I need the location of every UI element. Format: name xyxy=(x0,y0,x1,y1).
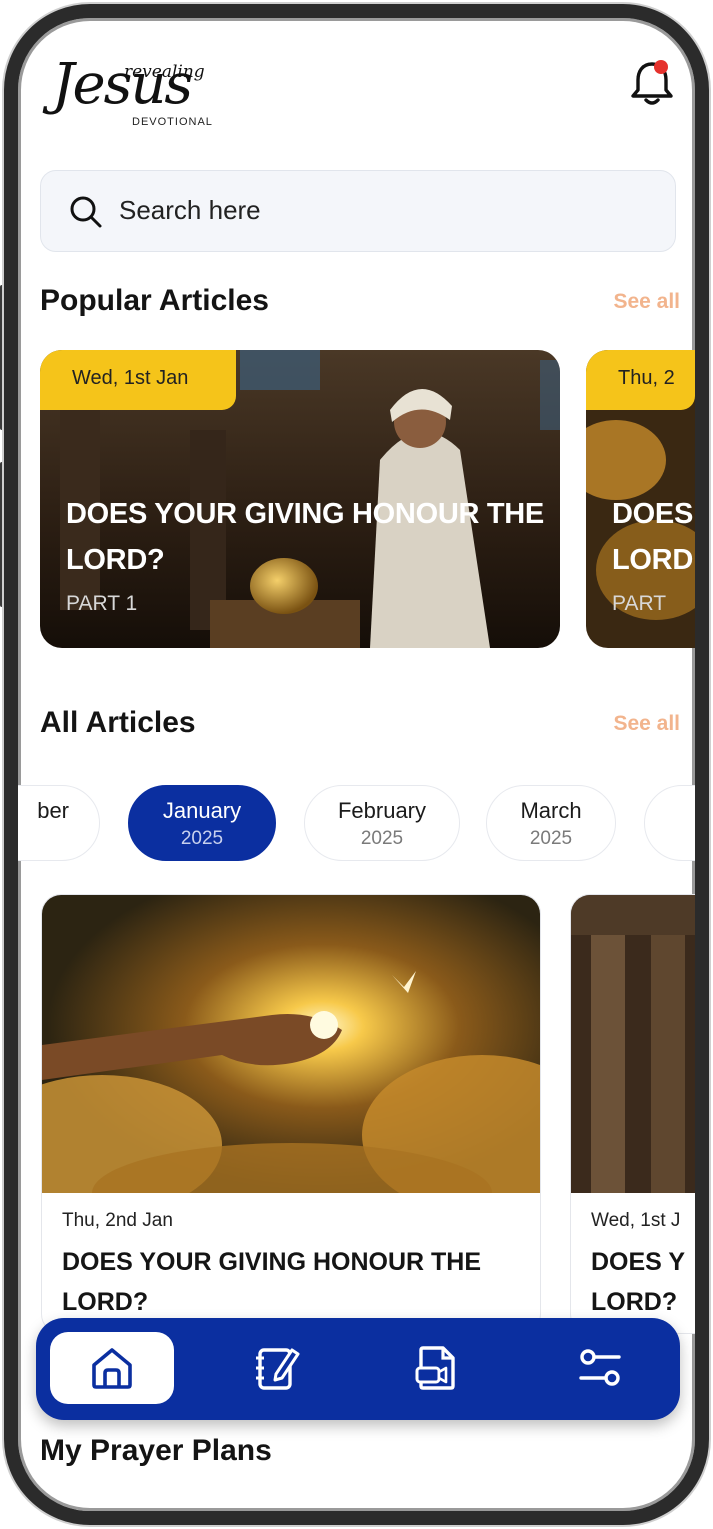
notification-badge xyxy=(654,60,668,74)
month-chip[interactable] xyxy=(644,785,695,861)
logo-main-text: Jesus xyxy=(52,52,193,117)
month-chip-february[interactable]: February 2025 xyxy=(304,785,460,861)
month-chip[interactable]: ber xyxy=(18,785,100,861)
app-screen: revealing Jesus DEVOTIONAL Search here P… xyxy=(18,18,695,1511)
article-image xyxy=(571,895,695,1193)
article-date: Thu, 2nd Jan xyxy=(62,1210,173,1231)
article-part-label: PART xyxy=(612,592,667,615)
article-title-line-2: LORD xyxy=(612,544,693,576)
notification-button[interactable] xyxy=(630,58,674,108)
nav-settings-tab[interactable] xyxy=(538,1332,662,1404)
article-title-line-1: DOES YOUR GIVING HONOUR THE xyxy=(62,1248,482,1276)
popular-articles-title: Popular Articles xyxy=(40,284,269,317)
month-chip-march[interactable]: March 2025 xyxy=(486,785,616,861)
popular-article-card[interactable]: Thu, 2 DOES LORD PART xyxy=(586,350,695,648)
bottom-navigation xyxy=(36,1318,680,1420)
article-card[interactable]: Wed, 1st J DOES Y LORD? xyxy=(570,894,695,1334)
article-image xyxy=(42,895,540,1193)
month-label: ber xyxy=(37,798,69,823)
logo-bottom-text: DEVOTIONAL xyxy=(132,116,213,128)
popular-see-all-link[interactable]: See all xyxy=(613,290,680,314)
article-title-line-1: DOES xyxy=(612,498,693,530)
month-label: March xyxy=(520,798,582,823)
prayer-plans-title: My Prayer Plans xyxy=(40,1434,272,1467)
popular-article-card[interactable]: Wed, 1st Jan DOES YOUR GIVING HONOUR THE… xyxy=(40,350,560,648)
phone-frame: revealing Jesus DEVOTIONAL Search here P… xyxy=(4,4,709,1525)
settings-sliders-icon xyxy=(579,1349,621,1386)
month-year: 2025 xyxy=(360,828,404,849)
article-title-line-1: DOES Y xyxy=(591,1248,686,1276)
all-articles-title: All Articles xyxy=(40,706,196,739)
search-placeholder: Search here xyxy=(119,195,261,225)
home-icon xyxy=(92,1348,132,1389)
month-label: January xyxy=(162,798,242,823)
month-label: February xyxy=(337,798,427,823)
notebook-edit-icon xyxy=(256,1348,300,1390)
article-title-line-2: LORD? xyxy=(591,1288,678,1316)
nav-home-tab[interactable] xyxy=(50,1332,174,1404)
month-year: 2025 xyxy=(180,828,224,849)
article-title-line-2: LORD? xyxy=(62,1288,149,1316)
nav-media-tab[interactable] xyxy=(374,1332,498,1404)
article-part-label: PART 1 xyxy=(66,592,138,615)
month-chip-january[interactable]: January 2025 xyxy=(128,785,276,861)
article-title-line-2: LORD? xyxy=(66,544,165,576)
article-date-tag: Thu, 2 xyxy=(586,350,695,410)
month-year: 2025 xyxy=(529,828,573,849)
article-date-tag: Wed, 1st Jan xyxy=(40,350,236,410)
video-file-icon xyxy=(415,1346,455,1390)
search-icon xyxy=(70,196,102,228)
article-card[interactable]: Thu, 2nd Jan DOES YOUR GIVING HONOUR THE… xyxy=(41,894,541,1334)
search-bar[interactable]: Search here xyxy=(40,170,676,252)
nav-journal-tab[interactable] xyxy=(214,1332,338,1404)
article-date: Wed, 1st J xyxy=(591,1210,681,1231)
article-title-line-1: DOES YOUR GIVING HONOUR THE xyxy=(66,498,544,530)
all-articles-see-all-link[interactable]: See all xyxy=(613,712,680,736)
app-logo: revealing Jesus DEVOTIONAL xyxy=(32,38,222,148)
